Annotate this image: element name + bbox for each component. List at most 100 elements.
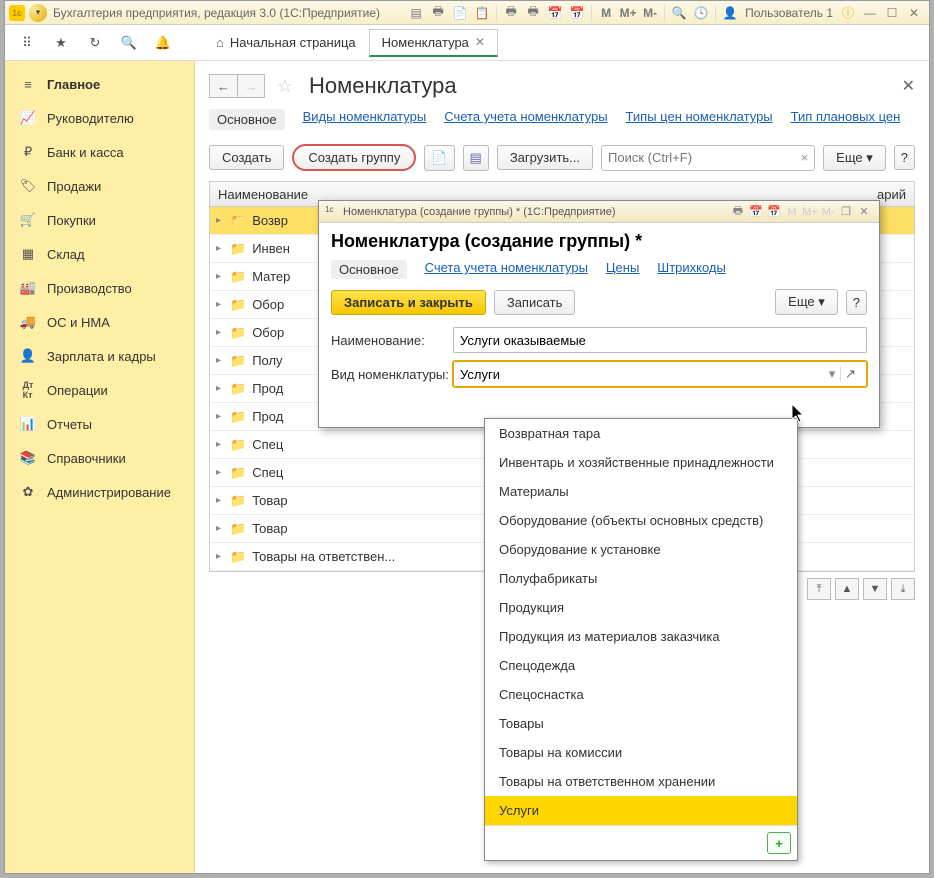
modal-m-icon[interactable]: M bbox=[783, 206, 801, 218]
dropdown-item[interactable]: Оборудование (объекты основных средств) bbox=[485, 506, 797, 535]
sidebar-item-purchases[interactable]: 🛒Покупки bbox=[5, 203, 194, 237]
sidebar-item-admin[interactable]: ✿Администрирование bbox=[5, 475, 194, 509]
dropdown-item[interactable]: Инвентарь и хозяйственные принадлежности bbox=[485, 448, 797, 477]
sidebar-item-salary[interactable]: 👤Зарплата и кадры bbox=[5, 339, 194, 373]
modal-cal-icon[interactable]: 📅 bbox=[747, 205, 765, 218]
expand-icon[interactable]: ▸ bbox=[216, 439, 226, 450]
clipboard-icon[interactable]: 📋 bbox=[472, 4, 492, 22]
page-first-button[interactable]: ⤒ bbox=[807, 578, 831, 600]
dropdown-add-button[interactable]: + bbox=[767, 832, 791, 854]
expand-icon[interactable]: ▸ bbox=[216, 299, 226, 310]
maximize-icon[interactable]: ☐ bbox=[882, 4, 902, 22]
dropdown-item[interactable]: Продукция bbox=[485, 593, 797, 622]
link-pricetypes[interactable]: Типы цен номенклатуры bbox=[626, 109, 773, 130]
save-button[interactable]: Записать bbox=[494, 290, 576, 315]
sidebar-item-production[interactable]: 🏭Производство bbox=[5, 271, 194, 305]
link-accounts[interactable]: Счета учета номенклатуры bbox=[444, 109, 607, 130]
dropdown-item[interactable]: Материалы bbox=[485, 477, 797, 506]
link-plan[interactable]: Тип плановых цен bbox=[791, 109, 901, 130]
expand-icon[interactable]: ▸ bbox=[216, 243, 226, 254]
clock-icon[interactable]: 🕓 bbox=[691, 4, 711, 22]
sidebar-item-catalogs[interactable]: 📚Справочники bbox=[5, 441, 194, 475]
doc-icon[interactable]: 📄 bbox=[450, 4, 470, 22]
kind-input[interactable]: Услуги ▾ ↗ bbox=[453, 361, 867, 387]
kind-dropdown-icon[interactable]: ▾ bbox=[824, 366, 840, 382]
modal-link-barcodes[interactable]: Штрихкоды bbox=[657, 260, 726, 279]
dropdown-item[interactable]: Товары на ответственном хранении bbox=[485, 767, 797, 796]
info-icon[interactable]: ⓘ bbox=[838, 4, 858, 22]
bell-icon[interactable]: 🔔 bbox=[149, 29, 177, 57]
modal-link-main[interactable]: Основное bbox=[331, 260, 407, 279]
create-button[interactable]: Создать bbox=[209, 145, 284, 170]
kind-open-icon[interactable]: ↗ bbox=[840, 366, 860, 382]
copy-button[interactable]: 📄 bbox=[424, 145, 454, 171]
sidebar-item-sales[interactable]: 🏷Продажи bbox=[5, 169, 194, 203]
expand-icon[interactable]: ▸ bbox=[216, 551, 226, 562]
minimize-icon[interactable]: — bbox=[860, 4, 880, 22]
search-box[interactable]: × bbox=[601, 145, 815, 171]
modal-more-button[interactable]: Еще ▾ bbox=[775, 289, 838, 315]
memory-mplus-icon[interactable]: M+ bbox=[618, 4, 638, 22]
close-icon[interactable]: ✕ bbox=[904, 4, 924, 22]
more-button[interactable]: Еще ▾ bbox=[823, 145, 886, 171]
page-up-button[interactable]: ▲ bbox=[835, 578, 859, 600]
modal-help-button[interactable]: ? bbox=[846, 290, 867, 315]
expand-icon[interactable]: ▸ bbox=[216, 383, 226, 394]
zoom-icon[interactable]: 🔍 bbox=[669, 4, 689, 22]
apps-icon[interactable]: ⠿ bbox=[13, 29, 41, 57]
expand-icon[interactable]: ▸ bbox=[216, 523, 226, 534]
modal-close-icon[interactable]: ✕ bbox=[855, 205, 873, 218]
link-main[interactable]: Основное bbox=[209, 109, 285, 130]
search-icon[interactable]: 🔍 bbox=[115, 29, 143, 57]
dropdown-item[interactable]: Спецодежда bbox=[485, 651, 797, 680]
memory-mminus-icon[interactable]: M- bbox=[640, 4, 660, 22]
dropdown-item[interactable]: Услуги bbox=[485, 796, 797, 825]
sidebar-item-assets[interactable]: 🚚ОС и НМА bbox=[5, 305, 194, 339]
expand-icon[interactable]: ▸ bbox=[216, 411, 226, 422]
sidebar-item-manager[interactable]: 📈Руководителю bbox=[5, 101, 194, 135]
tab-nomenclature[interactable]: Номенклатура✕ bbox=[369, 29, 498, 57]
sidebar-item-warehouse[interactable]: ▦Склад bbox=[5, 237, 194, 271]
expand-icon[interactable]: ▸ bbox=[216, 467, 226, 478]
list-button[interactable]: ▤ bbox=[463, 145, 489, 171]
dropdown-item[interactable]: Товары на комиссии bbox=[485, 738, 797, 767]
print-all-icon[interactable]: 🖶 bbox=[523, 4, 543, 22]
modal-mminus-icon[interactable]: M- bbox=[819, 206, 837, 218]
modal-link-prices[interactable]: Цены bbox=[606, 260, 639, 279]
name-input[interactable]: Услуги оказываемые bbox=[453, 327, 867, 353]
calendar31-icon[interactable]: 📅 bbox=[567, 4, 587, 22]
print-icon[interactable]: 🖶 bbox=[428, 4, 448, 22]
expand-icon[interactable]: ▸ bbox=[216, 215, 226, 226]
sidebar-item-main[interactable]: ≡Главное bbox=[5, 67, 194, 101]
calendar-icon[interactable]: 📅 bbox=[545, 4, 565, 22]
clear-search-icon[interactable]: × bbox=[801, 150, 809, 165]
dropdown-item[interactable]: Оборудование к установке bbox=[485, 535, 797, 564]
save-close-button[interactable]: Записать и закрыть bbox=[331, 290, 486, 315]
modal-cal31-icon[interactable]: 📅 bbox=[765, 205, 783, 218]
page-last-button[interactable]: ⤓ bbox=[891, 578, 915, 600]
print-preview-icon[interactable]: ▤ bbox=[406, 4, 426, 22]
favorite-icon[interactable]: ★ bbox=[47, 29, 75, 57]
expand-icon[interactable]: ▸ bbox=[216, 327, 226, 338]
modal-link-accounts[interactable]: Счета учета номенклатуры bbox=[425, 260, 588, 279]
modal-mplus-icon[interactable]: M+ bbox=[801, 206, 819, 218]
dropdown-item[interactable]: Полуфабрикаты bbox=[485, 564, 797, 593]
modal-restore-icon[interactable]: ❐ bbox=[837, 205, 855, 218]
history-icon[interactable]: ↻ bbox=[81, 29, 109, 57]
load-button[interactable]: Загрузить... bbox=[497, 145, 593, 170]
page-down-button[interactable]: ▼ bbox=[863, 578, 887, 600]
help-button[interactable]: ? bbox=[894, 145, 915, 170]
printer2-icon[interactable]: 🖶 bbox=[501, 4, 521, 22]
link-kinds[interactable]: Виды номенклатуры bbox=[303, 109, 427, 130]
sidebar-item-reports[interactable]: 📊Отчеты bbox=[5, 407, 194, 441]
sidebar-item-bank[interactable]: ₽Банк и касса bbox=[5, 135, 194, 169]
tab-close-icon[interactable]: ✕ bbox=[475, 35, 485, 49]
page-close-icon[interactable]: ✕ bbox=[902, 76, 915, 96]
create-group-button[interactable]: Создать группу bbox=[292, 144, 416, 171]
expand-icon[interactable]: ▸ bbox=[216, 495, 226, 506]
search-input[interactable] bbox=[608, 150, 801, 165]
memory-m-icon[interactable]: M bbox=[596, 4, 616, 22]
user-name[interactable]: Пользователь 1 bbox=[745, 6, 833, 20]
sidebar-item-operations[interactable]: ДтКтОперации bbox=[5, 373, 194, 407]
modal-print-icon[interactable]: 🖶 bbox=[729, 202, 747, 221]
